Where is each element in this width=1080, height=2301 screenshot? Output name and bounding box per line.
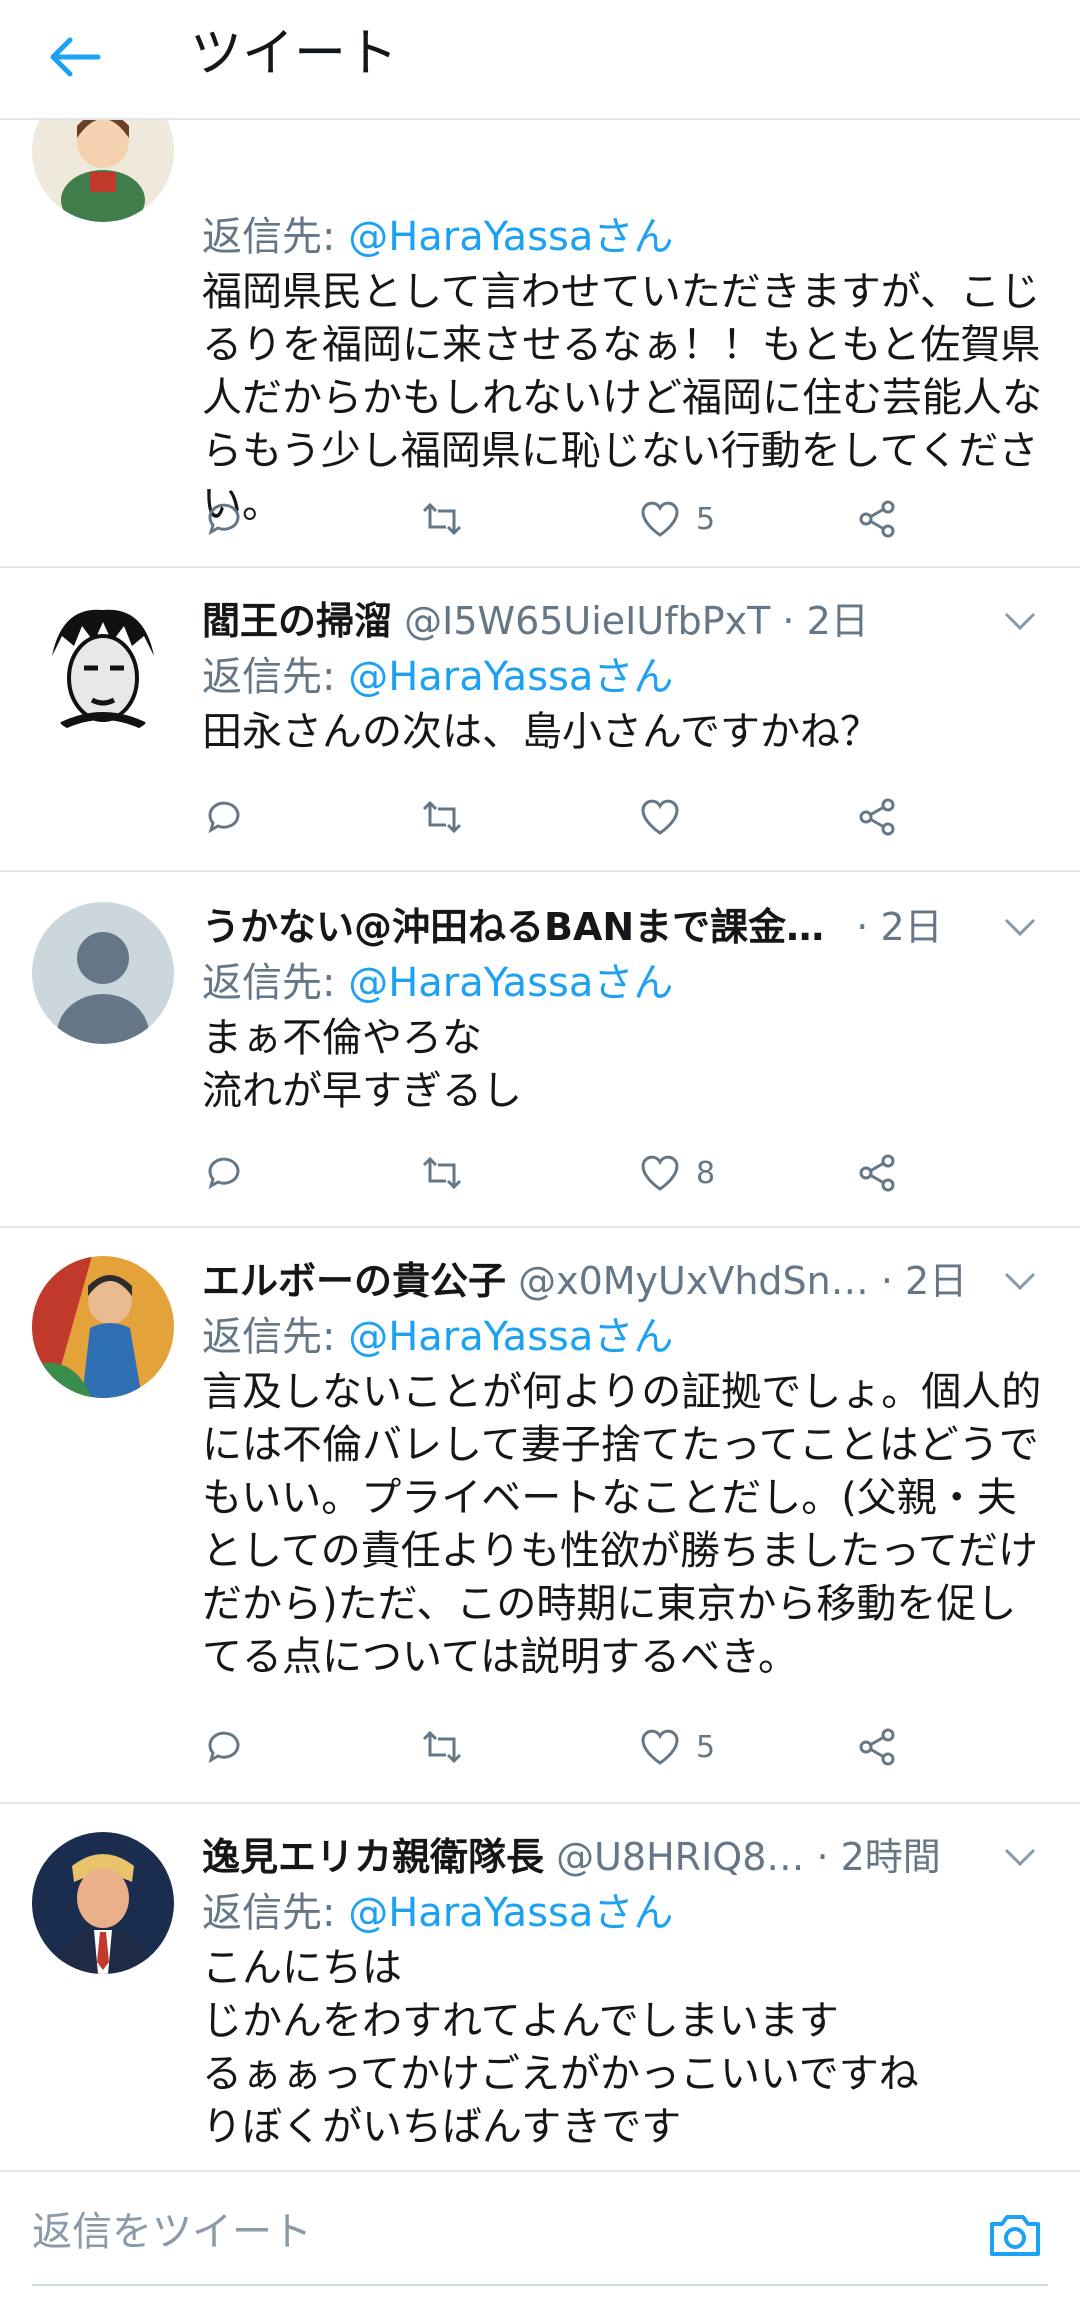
user-handle[interactable]: @x0MyUxVhdSn… (518, 1259, 869, 1303)
tweet-actions: 5 (202, 494, 922, 544)
reply-to: 返信先: @HaraYassaさん (202, 1310, 673, 1364)
share-icon (859, 500, 895, 538)
chevron-down-icon[interactable] (1000, 1266, 1040, 1296)
reply-icon (208, 1731, 240, 1764)
tweet-text: 福岡県民として言わせていただきますが、こじるりを福岡に来させるなぁ！！もともと佐… (202, 269, 1042, 527)
camera-icon[interactable] (986, 2206, 1044, 2264)
reply-input[interactable]: 返信をツイート (32, 2202, 312, 2262)
share-button[interactable] (856, 494, 900, 544)
display-name[interactable]: うかない@沖田ねるBANまで課金… (202, 905, 824, 949)
tweet-text: 田永さんの次は、島小さんですかね？ (202, 709, 880, 755)
reply-button[interactable] (202, 1722, 246, 1772)
reply-to-link[interactable]: @HaraYassaさん (348, 214, 673, 260)
reply-icon (208, 1157, 240, 1190)
reply-to: 返信先: @HaraYassaさん (202, 1886, 673, 1940)
share-icon (859, 798, 895, 836)
share-icon (859, 1154, 895, 1192)
reply-to: 返信先: @HaraYassaさん (202, 650, 673, 704)
reply-to: 返信先: @HaraYassaさん (202, 956, 673, 1010)
tweet-actions: 5 (202, 1722, 922, 1772)
reply-to-link[interactable]: @HaraYassaさん (348, 654, 673, 700)
retweet-button[interactable] (420, 1722, 464, 1772)
tweet-text: こんにちは じかんをわすれてよんでしまいます るぁぁってかけごえがかっこいいです… (202, 1945, 919, 2150)
share-button[interactable] (856, 1148, 900, 1198)
reply-to-link[interactable]: @HaraYassaさん (348, 960, 673, 1006)
tweet-actions (202, 792, 922, 842)
tweet-text: まぁ不倫やろな 流れが早すぎるし (202, 1015, 522, 1114)
avatar[interactable] (32, 902, 174, 1044)
chevron-down-icon[interactable] (1000, 1842, 1040, 1872)
tweet-header: エルボーの貴公子 @x0MyUxVhdSn… · 2日 (202, 1256, 1002, 1306)
tweet[interactable]: エルボーの貴公子 @x0MyUxVhdSn… · 2日 返信先: @HaraYa… (0, 1228, 1080, 1804)
retweet-icon (422, 1156, 462, 1190)
retweet-button[interactable] (420, 1148, 464, 1198)
tweet-actions: 8 (202, 1148, 922, 1198)
reply-prefix: 返信先: (202, 960, 349, 1006)
back-arrow-icon[interactable] (40, 22, 110, 92)
avatar[interactable] (32, 1256, 174, 1398)
timestamp[interactable]: · 2時間 (816, 1835, 940, 1879)
chevron-down-icon[interactable] (1000, 912, 1040, 942)
like-count: 5 (696, 501, 716, 537)
heart-icon (641, 1155, 679, 1191)
timestamp[interactable]: · 2日 (782, 599, 868, 643)
tweet-header: 閻王の掃溜 @I5W65UieIUfbPxT · 2日 (202, 596, 1002, 646)
user-handle[interactable]: @I5W65UieIUfbPxT (404, 599, 770, 643)
tweet[interactable]: うかない@沖田ねるBANまで課金… · 2日 返信先: @HaraYassaさん… (0, 872, 1080, 1228)
reply-prefix: 返信先: (202, 1890, 349, 1936)
share-button[interactable] (856, 792, 900, 842)
like-count: 8 (696, 1155, 716, 1191)
display-name[interactable]: 逸見エリカ親衛隊長 (202, 1835, 544, 1879)
reply-to: 返信先: @HaraYassaさん (202, 210, 673, 264)
retweet-icon (422, 800, 462, 834)
reply-prefix: 返信先: (202, 654, 349, 700)
avatar[interactable] (32, 1832, 174, 1974)
reply-to-link[interactable]: @HaraYassaさん (348, 1314, 673, 1360)
display-name[interactable]: エルボーの貴公子 (202, 1259, 506, 1303)
tweet-header: うかない@沖田ねるBANまで課金… · 2日 (202, 902, 1002, 952)
like-button[interactable]: 8 (638, 1148, 715, 1198)
retweet-button[interactable] (420, 792, 464, 842)
reply-to-link[interactable]: @HaraYassaさん (348, 1890, 673, 1936)
tweet-text: 言及しないことが何よりの証拠でしょ。個人的には不倫バレして妻子捨てたってことはど… (202, 1369, 1042, 1680)
tweet[interactable]: 逸見エリカ親衛隊長 @U8HRIQ8… · 2時間 返信先: @HaraYass… (0, 1804, 1080, 2170)
timestamp[interactable]: · 2日 (881, 1259, 967, 1303)
top-bar: ツイート (0, 0, 1080, 120)
input-underline (32, 2284, 1048, 2286)
display-name[interactable]: 閻王の掃溜 (202, 599, 392, 643)
tweet-header: 逸見エリカ親衛隊長 @U8HRIQ8… · 2時間 (202, 1832, 1002, 1882)
avatar[interactable] (32, 596, 174, 738)
retweet-icon (422, 502, 462, 536)
page-title: ツイート (190, 24, 399, 84)
reply-button[interactable] (202, 1148, 246, 1198)
reply-prefix: 返信先: (202, 214, 349, 260)
share-icon (859, 1728, 895, 1766)
heart-icon (641, 1729, 679, 1765)
tweet[interactable]: 返信先: @HaraYassaさん 福岡県民として言わせていただきますが、こじる… (0, 80, 1080, 568)
like-button[interactable]: 5 (638, 494, 715, 544)
tweet[interactable]: 閻王の掃溜 @I5W65UieIUfbPxT · 2日 返信先: @HaraYa… (0, 568, 1080, 872)
reply-button[interactable] (202, 792, 246, 842)
reply-button[interactable] (202, 494, 246, 544)
reply-prefix: 返信先: (202, 1314, 349, 1360)
heart-icon (641, 501, 679, 537)
reply-icon (208, 801, 240, 834)
user-handle[interactable]: @U8HRIQ8… (556, 1835, 804, 1879)
like-button[interactable] (638, 792, 696, 842)
like-count: 5 (696, 1729, 716, 1765)
chevron-down-icon[interactable] (1000, 606, 1040, 636)
reply-icon (208, 503, 240, 536)
reply-compose-bar: 返信をツイート (0, 2170, 1080, 2301)
like-button[interactable]: 5 (638, 1722, 715, 1772)
timestamp[interactable]: · 2日 (856, 905, 942, 949)
heart-icon (641, 799, 679, 835)
tweet-feed[interactable]: 返信先: @HaraYassaさん 福岡県民として言わせていただきますが、こじる… (0, 0, 1080, 2170)
retweet-icon (422, 1730, 462, 1764)
retweet-button[interactable] (420, 494, 464, 544)
share-button[interactable] (856, 1722, 900, 1772)
